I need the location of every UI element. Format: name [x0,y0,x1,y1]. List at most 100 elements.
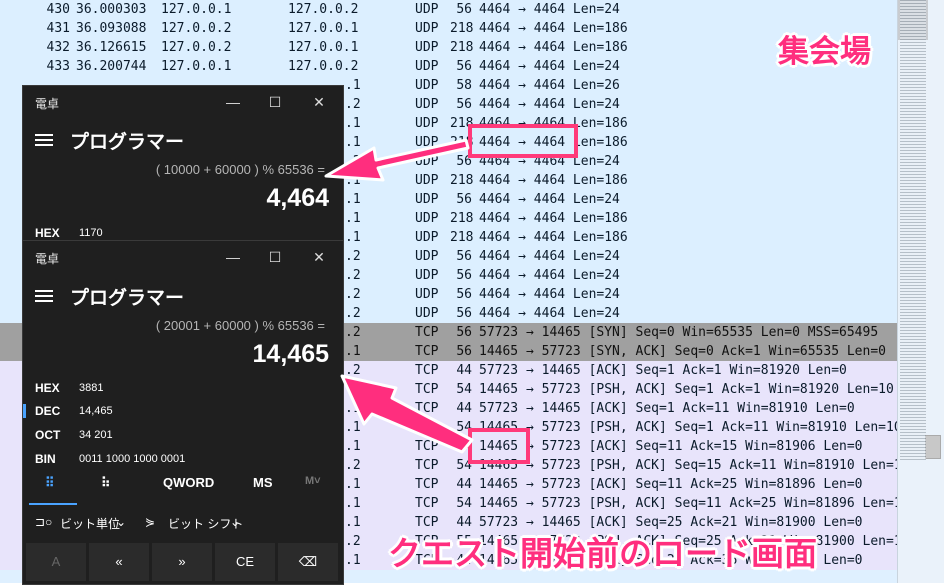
packet-info: 4464 → 4464 Len=24 [479,192,620,207]
hex-register-value: 3881 [79,382,104,394]
key-backspace[interactable]: ⌫ [278,543,338,581]
packet-proto: TCP [415,382,439,397]
packet-len: 44 [456,477,472,492]
packet-proto: UDP [415,135,439,150]
packet-len: 56 [456,325,472,340]
bit-toggle-tab-icon[interactable]: ⠷ [101,475,111,491]
packet-len: 58 [456,78,472,93]
highlight-box-udp-port [468,124,578,158]
packet-info: 4464 → 4464 Len=24 [479,97,620,112]
calc2-title: 電卓 [35,252,60,266]
memory-list-button[interactable]: M˅ [305,475,321,487]
packet-dst: .2 [345,306,361,321]
packet-row[interactable]: 430 36.000303 127.0.0.1 127.0.0.2 UDP 56 4464 … [0,0,897,19]
calculator-window-1[interactable]: 電卓 — ☐ ✕ プログラマー ( 10000 + 60000 ) % 6553… [22,85,344,247]
calc1-titlebar[interactable]: 電卓 — ☐ ✕ [23,86,343,118]
scrollbar-thumb[interactable] [925,435,941,459]
packet-proto: TCP [415,420,439,435]
packet-proto: UDP [415,116,439,131]
packet-proto: TCP [415,439,439,454]
packet-len: 56 [456,306,472,321]
packet-info: 14465 → 57723 [PSH, ACK] Seq=15 Ack=11 W… [479,458,897,473]
packet-proto: UDP [415,59,439,74]
packet-proto: UDP [415,230,439,245]
close-icon[interactable]: ✕ [309,247,329,267]
memory-store-button[interactable]: MS [253,475,273,490]
maximize-icon[interactable]: ☐ [265,92,285,112]
packet-len: 44 [456,363,472,378]
packet-dst: .1 [345,401,361,416]
packet-row[interactable]: 431 36.093088 127.0.0.2 127.0.0.1 UDP 218 4464… [0,19,897,38]
calc1-expression: ( 10000 + 60000 ) % 65536 = [155,162,325,177]
packet-info: 14465 → 57723 [PSH, ACK] Seq=11 Ack=25 W… [479,496,897,511]
key-rotate-right[interactable]: » [152,543,212,581]
dec-register-value: 14,465 [79,405,113,417]
calc2-bitwise-row: ⊐○ ビット単位 ⌄ ⋟ ビット シフト ⌄ [23,511,343,541]
packet-info: 14465 → 57723 [PSH, ACK] Seq=1 Ack=11 Wi… [479,420,897,435]
oct-register-value: 34 201 [79,429,113,441]
packet-info: 4464 → 4464 Len=24 [479,249,620,264]
packet-dst: 127.0.0.2 [288,2,359,17]
qword-button[interactable]: QWORD [163,475,214,490]
overlay-label-top: 集会場 [778,34,871,70]
close-icon[interactable]: ✕ [309,92,329,112]
packet-info: 4464 → 4464 Len=186 [479,21,628,36]
packet-dst: .1 [345,496,361,511]
packet-len: 44 [456,401,472,416]
packet-row[interactable]: 433 36.200744 127.0.0.1 127.0.0.2 UDP 56 4464 … [0,57,897,76]
packet-len: 56 [456,249,472,264]
packet-dst: .2 [345,458,361,473]
hamburger-menu-icon[interactable] [35,290,53,302]
packet-src: 127.0.0.2 [161,40,232,55]
packet-dst: .1 [345,116,361,131]
packet-info: 4464 → 4464 Len=24 [479,306,620,321]
minimize-icon[interactable]: — [223,247,243,267]
bin-register-value: 0011 1000 1000 0001 [79,453,186,465]
key-rotate-left[interactable]: « [89,543,149,581]
oct-register-label[interactable]: OCT [35,428,60,442]
bitshift-icon: ⋟ [145,515,156,529]
calc2-titlebar[interactable]: 電卓 — ☐ ✕ [23,241,343,273]
packet-dst: .2 [345,154,361,169]
packet-proto: UDP [415,192,439,207]
calculator-window-2[interactable]: 電卓 — ☐ ✕ プログラマー ( 20001 + 60000 ) % 6553… [22,240,344,585]
dec-selected-indicator [23,404,26,418]
keypad-tab-icon[interactable]: ⠿ [45,475,55,491]
packet-info: 4464 → 4464 Len=186 [479,230,628,245]
calc1-hex-value: 1170 [79,227,103,239]
hamburger-menu-icon[interactable] [35,134,53,146]
bitwise-dropdown[interactable]: ビット単位 [60,515,120,532]
packet-time: 36.000303 [76,2,147,17]
dec-register-label[interactable]: DEC [35,404,60,418]
minimize-icon[interactable]: — [223,92,243,112]
packet-len: 56 [456,268,472,283]
packet-dst: .1 [345,439,361,454]
maximize-icon[interactable]: ☐ [265,247,285,267]
chevron-down-icon[interactable]: ⌄ [230,515,240,529]
packet-len: 218 [450,21,474,36]
highlight-box-tcp-port [468,428,530,464]
packet-proto: UDP [415,97,439,112]
bin-register-label[interactable]: BIN [35,452,56,466]
calc1-hex-label[interactable]: HEX [35,226,60,240]
packet-proto: UDP [415,78,439,93]
packet-dst: .1 [345,420,361,435]
key-clear-entry[interactable]: CE [215,543,275,581]
calc2-mode-title: プログラマー [70,288,185,309]
packet-info: 4464 → 4464 Len=24 [479,287,620,302]
packet-proto: UDP [415,40,439,55]
packet-len: 54 [456,496,472,511]
packet-dst: .1 [345,553,361,568]
packet-info: 4464 → 4464 Len=24 [479,268,620,283]
chevron-down-icon[interactable]: ⌄ [116,515,126,529]
hex-register-label[interactable]: HEX [35,381,60,395]
packet-dst: .2 [345,534,361,549]
packet-time: 36.200744 [76,59,147,74]
packet-info: 4464 → 4464 Len=186 [479,40,628,55]
packet-len: 218 [450,40,474,55]
packet-no: 432 [46,40,70,55]
key-a[interactable]: A [26,543,86,581]
packet-row[interactable]: 432 36.126615 127.0.0.2 127.0.0.1 UDP 218 4464… [0,38,897,57]
packet-proto: UDP [415,211,439,226]
packet-dst: .1 [345,192,361,207]
